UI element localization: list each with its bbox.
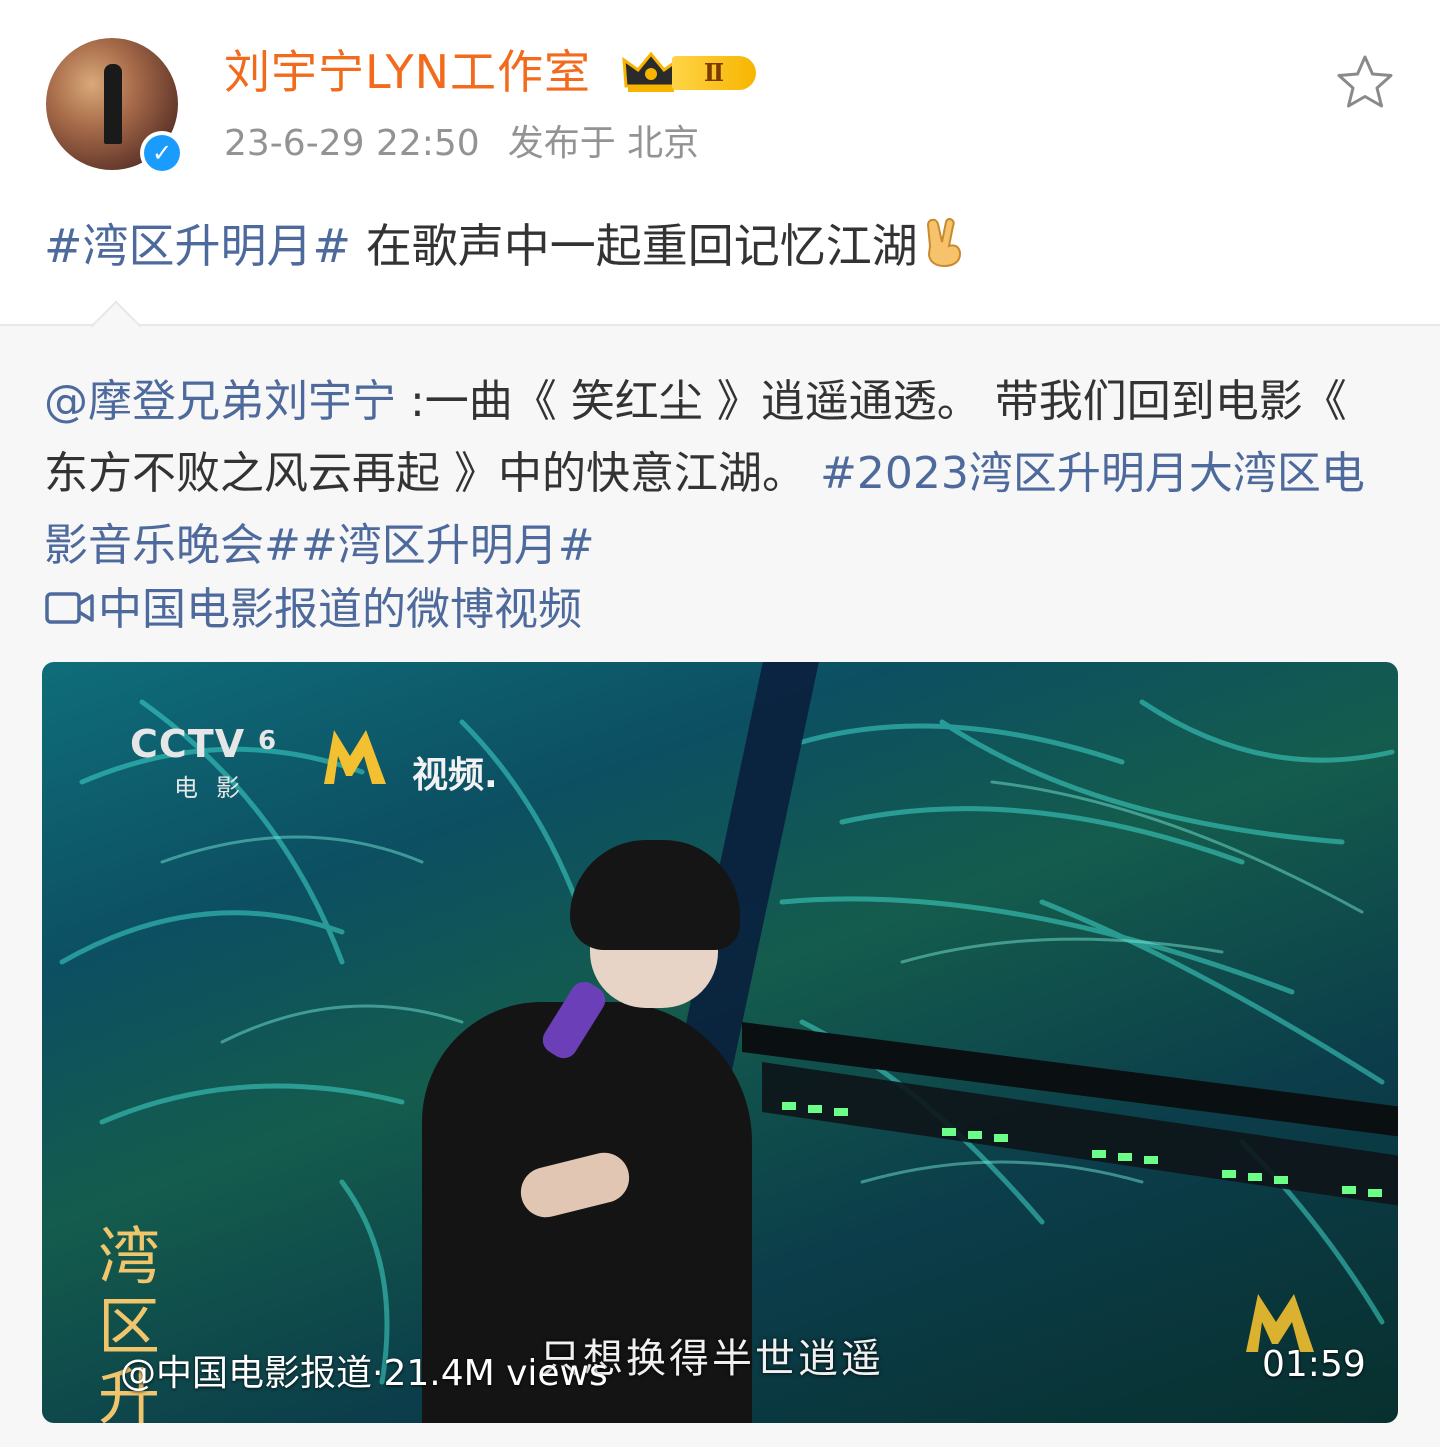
m-video-logo-icon	[324, 730, 386, 784]
repost-hashtag-2[interactable]: #湾区升明月#	[301, 520, 595, 571]
cctv-logo-text: CCTV	[130, 722, 246, 766]
repost-text: @摩登兄弟刘宇宁 :一曲《 笑红尘 》逍遥通透。 带我们回到电影《 东方不败之风…	[44, 366, 1394, 582]
post-body: 在歌声中一起重回记忆江湖	[351, 219, 918, 273]
cctv-channel-sub: 电影	[174, 774, 258, 802]
video-duration: 01:59	[1262, 1344, 1366, 1385]
video-link[interactable]: 中国电影报道的微博视频	[44, 578, 582, 642]
victory-hand-icon	[926, 217, 961, 268]
video-player[interactable]: CCTV 6 电影 视频. 湾区升明 只想换得半世逍遥 @中国电影报道·21.4…	[42, 662, 1398, 1423]
verified-icon: ✓	[140, 131, 184, 175]
video-link-label: 中国电影报道的微博视频	[98, 584, 582, 635]
username[interactable]: 刘宇宁LYN工作室	[224, 40, 591, 104]
crown-badge-icon[interactable]: Ⅱ	[622, 44, 756, 100]
badge-level: Ⅱ	[672, 56, 756, 90]
post-location: 发布于 北京	[507, 123, 700, 164]
video-camera-icon	[45, 592, 94, 624]
video-stats: @中国电影报道·21.4M views	[120, 1353, 608, 1394]
cctv6-logo: CCTV 6 电影	[130, 722, 290, 802]
stage-rig	[742, 1022, 1398, 1206]
post-meta: 23-6-29 22:50 发布于 北京	[224, 118, 699, 170]
favorite-star-icon[interactable]	[1334, 52, 1396, 112]
post-header: ✓ 刘宇宁LYN工作室 Ⅱ 23-6-29 22:50 发布于 北京	[0, 0, 1440, 200]
repost-mention[interactable]: @摩登兄弟刘宇宁	[44, 376, 396, 427]
post-hashtag[interactable]: #湾区升明月#	[44, 219, 351, 273]
post-timestamp: 23-6-29 22:50	[224, 123, 480, 164]
cctv-channel-number: 6	[258, 726, 277, 756]
avatar-figure	[104, 64, 122, 144]
post-text: #湾区升明月# 在歌声中一起重回记忆江湖	[44, 214, 970, 278]
m-video-logo-text: 视频.	[412, 755, 498, 796]
